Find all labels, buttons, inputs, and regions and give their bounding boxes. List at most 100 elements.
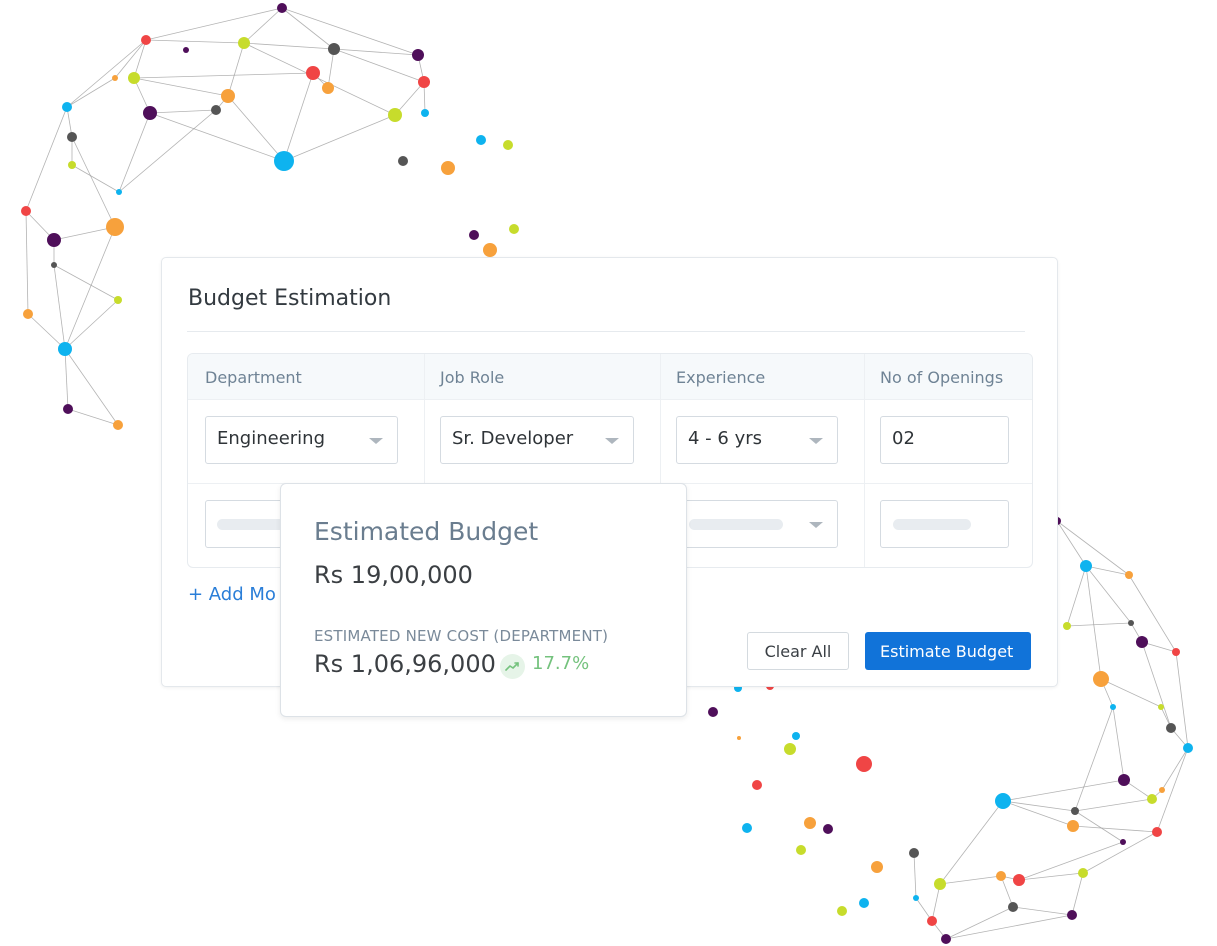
network-node [1166,723,1176,733]
network-node [328,43,340,55]
network-node [1008,902,1018,912]
network-node [796,845,806,855]
new-cost-amount: Rs 1,06,96,000 [314,650,496,678]
network-node [927,916,937,926]
network-node [21,206,31,216]
network-link [333,48,425,83]
add-more-link[interactable]: + Add Mo [188,584,276,605]
network-node [1128,620,1134,626]
network-node [106,218,124,236]
network-link [1002,800,1074,827]
trend-percent: 17.7% [532,653,590,674]
network-node [752,780,762,790]
trending-up-icon [500,654,525,679]
chevron-down-icon [369,438,383,444]
network-node [859,898,869,908]
network-node [221,89,235,103]
experience-select[interactable] [676,500,838,548]
estimated-budget-popover: Estimated Budget Rs 19,00,000 ESTIMATED … [280,483,687,717]
placeholder-skeleton [893,519,971,530]
network-link [283,114,396,162]
network-node [934,878,946,890]
network-link [25,210,29,315]
network-node [856,756,872,772]
network-link [145,39,245,44]
network-node [792,732,800,740]
network-node [211,105,221,115]
network-link [53,226,116,241]
network-link [1128,574,1177,653]
network-node [238,37,250,49]
network-node [804,817,816,829]
network-node [1110,704,1116,710]
title-divider [187,331,1025,332]
network-node [141,35,151,45]
openings-input[interactable] [880,500,1009,548]
clear-all-button[interactable]: Clear All [747,632,849,670]
chevron-down-icon [809,438,823,444]
department-select[interactable]: Engineering [205,416,398,464]
experience-select[interactable]: 4 - 6 yrs [676,416,838,464]
openings-value: 02 [892,428,915,449]
network-node [823,824,833,834]
column-header-job-role: Job Role [440,368,505,387]
network-node [941,934,951,944]
network-link [64,348,69,410]
network-node [23,309,33,319]
network-link [1072,825,1158,833]
job-role-select[interactable]: Sr. Developer [440,416,634,464]
column-header-openings: No of Openings [880,368,1004,387]
network-node [58,342,72,356]
network-link [118,109,217,193]
network-node [708,707,718,717]
network-node [1013,874,1025,886]
network-node [1159,787,1165,793]
network-link [27,313,66,350]
network-node [476,135,486,145]
network-link [939,800,1004,885]
estimated-budget-amount: Rs 19,00,000 [314,561,473,589]
network-node [1067,820,1079,832]
network-link [133,72,314,79]
network-link [145,7,283,41]
network-node [871,861,883,873]
network-node [784,743,796,755]
network-link [227,42,245,97]
network-node [143,106,157,120]
network-node [418,76,430,88]
network-node [837,906,847,916]
openings-input[interactable]: 02 [880,416,1009,464]
estimate-budget-button[interactable]: Estimate Budget [865,632,1031,670]
network-node [1118,774,1130,786]
network-link [53,264,119,301]
network-node [1071,807,1079,815]
network-node [503,140,513,150]
chevron-down-icon [605,438,619,444]
network-node [1063,622,1071,630]
network-link [1066,565,1087,627]
network-node [68,161,76,169]
network-link [243,42,335,50]
network-node [306,66,320,80]
network-node [737,736,741,740]
network-link [71,136,116,228]
network-link [149,112,285,162]
network-node [63,404,73,414]
network-link [1074,706,1114,812]
network-node [116,189,122,195]
network-node [1093,671,1109,687]
column-header-department: Department [205,368,302,387]
row-divider [188,399,1032,400]
network-link [118,112,151,193]
network-link [1012,906,1073,916]
network-link [149,109,217,114]
network-link [64,226,116,350]
network-node [1067,910,1077,920]
column-header-experience: Experience [676,368,766,387]
experience-value: 4 - 6 yrs [688,428,762,449]
network-link [913,852,917,899]
network-node [996,871,1006,881]
placeholder-skeleton [689,519,783,530]
network-node [322,82,334,94]
network-link [939,875,1002,885]
